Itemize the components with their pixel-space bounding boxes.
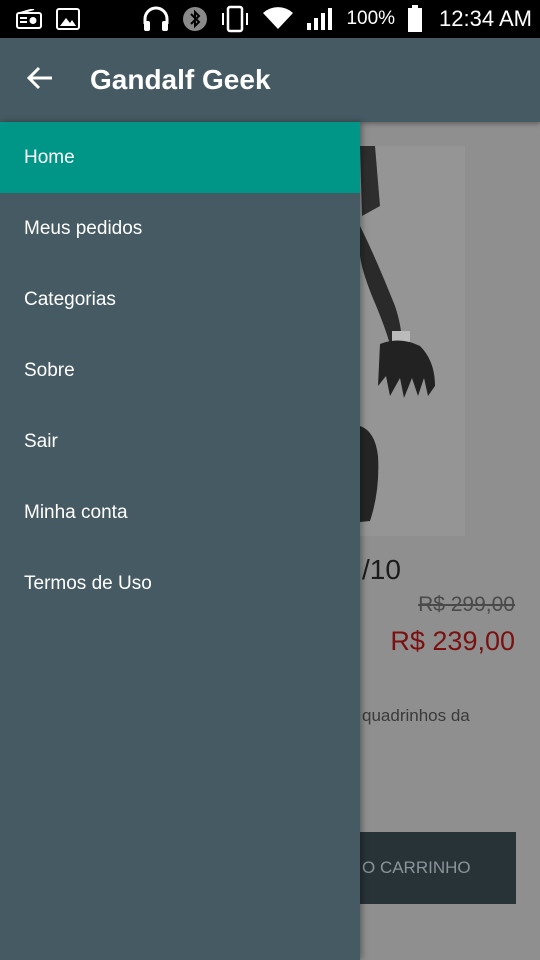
wifi-icon [262,0,294,38]
navigation-drawer: Home Meus pedidos Categorias Sobre Sair … [0,122,360,960]
battery-percentage: 100% [346,8,396,29]
signal-icon [306,0,334,38]
drawer-item-home[interactable]: Home [0,122,360,193]
app-title: Gandalf Geek [90,64,271,95]
old-price: R$ 299,00 [418,593,515,616]
drawer-item-termos-de-uso[interactable]: Termos de Uso [0,548,360,619]
product-name: /10 [362,554,401,585]
bluetooth-icon [182,0,208,38]
status-bar: 100% 12:34 AM [0,0,540,38]
drawer-item-categorias[interactable]: Categorias [0,264,360,335]
drawer-item-sobre[interactable]: Sobre [0,335,360,406]
app-bar: Gandalf Geek [0,38,540,122]
drawer-item-meus-pedidos[interactable]: Meus pedidos [0,193,360,264]
battery-icon [407,0,423,38]
drawer-item-sair[interactable]: Sair [0,406,360,477]
image-icon [56,0,80,38]
back-button[interactable] [0,38,80,122]
new-price: R$ 239,00 [390,626,515,656]
product-description: quadrinhos da [362,706,470,725]
headphones-icon [142,0,170,38]
arrow-back-icon [26,65,54,96]
radio-icon [16,0,42,38]
drawer-item-minha-conta[interactable]: Minha conta [0,477,360,548]
clock: 12:34 AM [439,6,532,31]
vibrate-icon [220,0,250,38]
